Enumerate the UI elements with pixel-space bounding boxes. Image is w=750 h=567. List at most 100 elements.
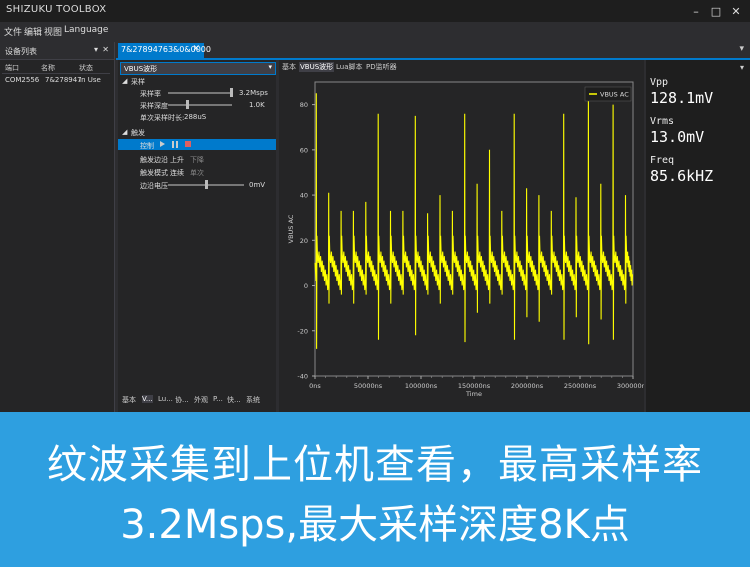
control-row[interactable]: 控制 [118, 139, 276, 150]
tab-basic[interactable]: 基本 [122, 395, 136, 405]
dropdown-icon[interactable]: ▾ [740, 63, 744, 72]
device-list-panel: 设备列表 ▾ ✕ 端口 名称 状态 COM2556 7&278947 In Us… [0, 42, 115, 412]
col-status[interactable]: 状态 [79, 63, 93, 73]
trigger-edge-row: 触发边沿 上升 下降 [118, 153, 276, 164]
y-tick-label: -20 [297, 327, 308, 335]
minimize-icon[interactable]: – [686, 2, 706, 20]
x-tick-label: 0ns [309, 382, 321, 390]
menu-language[interactable]: Language [64, 25, 108, 35]
maximize-icon[interactable]: □ [706, 2, 726, 20]
mode-single-option[interactable]: 单次 [190, 168, 204, 178]
x-tick-label: 200000ns [511, 382, 544, 390]
trigger-edge-label: 触发边沿 [140, 156, 168, 164]
single-time-row: 单次采样时长: 288uS [118, 111, 276, 122]
menu-view[interactable]: 视图 [44, 25, 62, 38]
sample-depth-thumb[interactable] [186, 100, 189, 109]
plot-tab-lua[interactable]: Lua脚本 [336, 62, 363, 72]
vrms-label: Vrms [650, 116, 675, 127]
sample-rate-thumb[interactable] [230, 88, 233, 97]
section-trigger-label: 触发 [131, 129, 145, 137]
section-trigger[interactable]: ◢ 触发 [118, 126, 276, 137]
plot-area [314, 81, 634, 377]
measurement-panel: ▾ Vpp 128.1mV Vrms 13.0mV Freq 85.6kHZ [646, 60, 750, 412]
dropdown-icon[interactable]: ▾ [94, 45, 98, 54]
banner-line-1: 纹波采集到上位机查看，最高采样率 [47, 442, 703, 488]
collapse-icon: ◢ [122, 77, 128, 85]
sample-depth-row: 采样深度 1.0K [118, 99, 276, 110]
x-tick-label: 100000ns [405, 382, 438, 390]
cell-status: In Use [79, 76, 101, 84]
section-sampling[interactable]: ◢ 采样 [118, 75, 276, 86]
freq-label: Freq [650, 155, 675, 166]
col-name[interactable]: 名称 [41, 63, 55, 73]
y-tick-label: 20 [300, 237, 308, 245]
freq-value: 85.6kHZ [650, 167, 714, 185]
promo-banner: 纹波采集到上位机查看，最高采样率 3.2Msps,最大采样深度8K点 [0, 412, 750, 567]
edge-voltage-value: 0mV [249, 181, 266, 189]
edge-fall-option[interactable]: 下降 [190, 155, 204, 165]
y-tick-label: 0 [304, 282, 308, 290]
plot-pane: 基本 VBUS波形 Lua脚本 PD监听器 -40 -20 0 20 40 60 80 0ns… [279, 60, 644, 412]
y-tick-label: -40 [297, 373, 308, 381]
tab-pd[interactable]: P... [213, 395, 223, 403]
table-row[interactable]: COM2556 7&278947 In Use [2, 75, 110, 87]
play-icon[interactable] [160, 141, 165, 147]
sample-depth-label: 采样深度 [140, 102, 168, 110]
legend-label: VBUS AC [600, 91, 629, 99]
chevron-down-icon: ▾ [268, 63, 272, 71]
cell-port: COM2556 [5, 76, 40, 84]
plot-tab-pd[interactable]: PD监听器 [366, 62, 397, 72]
tab-system[interactable]: 系统 [246, 395, 260, 405]
y-tick-label: 40 [300, 192, 308, 200]
col-port[interactable]: 端口 [5, 63, 19, 73]
close-icon[interactable]: ✕ [726, 2, 746, 20]
app-title: SHIZUKU TOOLBOX [6, 4, 107, 15]
sample-rate-slider[interactable] [168, 92, 232, 94]
edge-rise-option[interactable]: 上升 [170, 155, 184, 165]
bottom-tab-bar: 基本 V... Lu... 协... 外观 P... 快... 系统 [118, 394, 276, 406]
menu-file[interactable]: 文件 [4, 25, 22, 38]
menu-edit[interactable]: 编辑 [24, 25, 42, 38]
sample-depth-slider[interactable] [168, 104, 232, 106]
x-tick-label: 300000ns [617, 382, 644, 390]
dropdown-icon[interactable]: ▾ [739, 44, 744, 54]
control-label: 控制 [140, 142, 154, 150]
sample-rate-label: 采样率 [140, 90, 161, 98]
x-tick-label: 50000ns [354, 382, 383, 390]
tab-quick[interactable]: 快... [227, 395, 241, 405]
device-list-title: 设备列表 [5, 47, 37, 56]
collapse-icon: ◢ [122, 128, 128, 136]
vpp-value: 128.1mV [650, 89, 714, 107]
tab-protocol[interactable]: 协... [175, 395, 189, 405]
plot-tab-bar: 基本 VBUS波形 Lua脚本 PD监听器 [279, 60, 644, 72]
document-tab[interactable]: 7&27894763&0&0000 ✕ [118, 43, 211, 58]
divider [2, 73, 110, 74]
mode-select[interactable]: VBUS波形 ▾ [120, 62, 276, 75]
pause-icon[interactable] [172, 141, 178, 148]
sample-rate-row: 采样率 3.2Msps [118, 87, 276, 98]
plot-tab-vbus[interactable]: VBUS波形 [299, 62, 335, 72]
edge-voltage-row: 边沿电压 0mV [118, 179, 276, 190]
edge-voltage-thumb[interactable] [205, 180, 208, 189]
x-axis-label: Time [465, 390, 482, 398]
x-tick-label: 150000ns [458, 382, 491, 390]
title-bar: SHIZUKU TOOLBOX – □ ✕ [0, 0, 750, 22]
vbus-chart[interactable]: -40 -20 0 20 40 60 80 0ns 50000ns 100000ns 150000n… [279, 72, 644, 410]
tab-appearance[interactable]: 外观 [194, 395, 208, 405]
plot-tab-basic[interactable]: 基本 [282, 62, 296, 72]
y-tick-label: 80 [300, 101, 308, 109]
mode-select-value: VBUS波形 [124, 65, 158, 73]
properties-panel: VBUS波形 ▾ ◢ 采样 采样率 3.2Msps 采样深度 1.0K 单次采样… [118, 60, 276, 412]
close-icon[interactable]: ✕ [192, 44, 200, 54]
sample-rate-value: 3.2Msps [239, 89, 268, 97]
edge-voltage-label: 边沿电压 [140, 182, 168, 190]
sample-depth-value: 1.0K [249, 101, 265, 109]
tab-vbus[interactable]: V... [142, 395, 153, 403]
stop-icon[interactable] [185, 141, 191, 147]
x-tick-label: 250000ns [564, 382, 597, 390]
close-icon[interactable]: ✕ [102, 45, 109, 54]
tab-lua[interactable]: Lu... [158, 395, 173, 403]
vrms-value: 13.0mV [650, 128, 705, 146]
mode-continuous-option[interactable]: 连续 [170, 168, 184, 178]
single-time-label: 单次采样时长: [140, 114, 185, 122]
